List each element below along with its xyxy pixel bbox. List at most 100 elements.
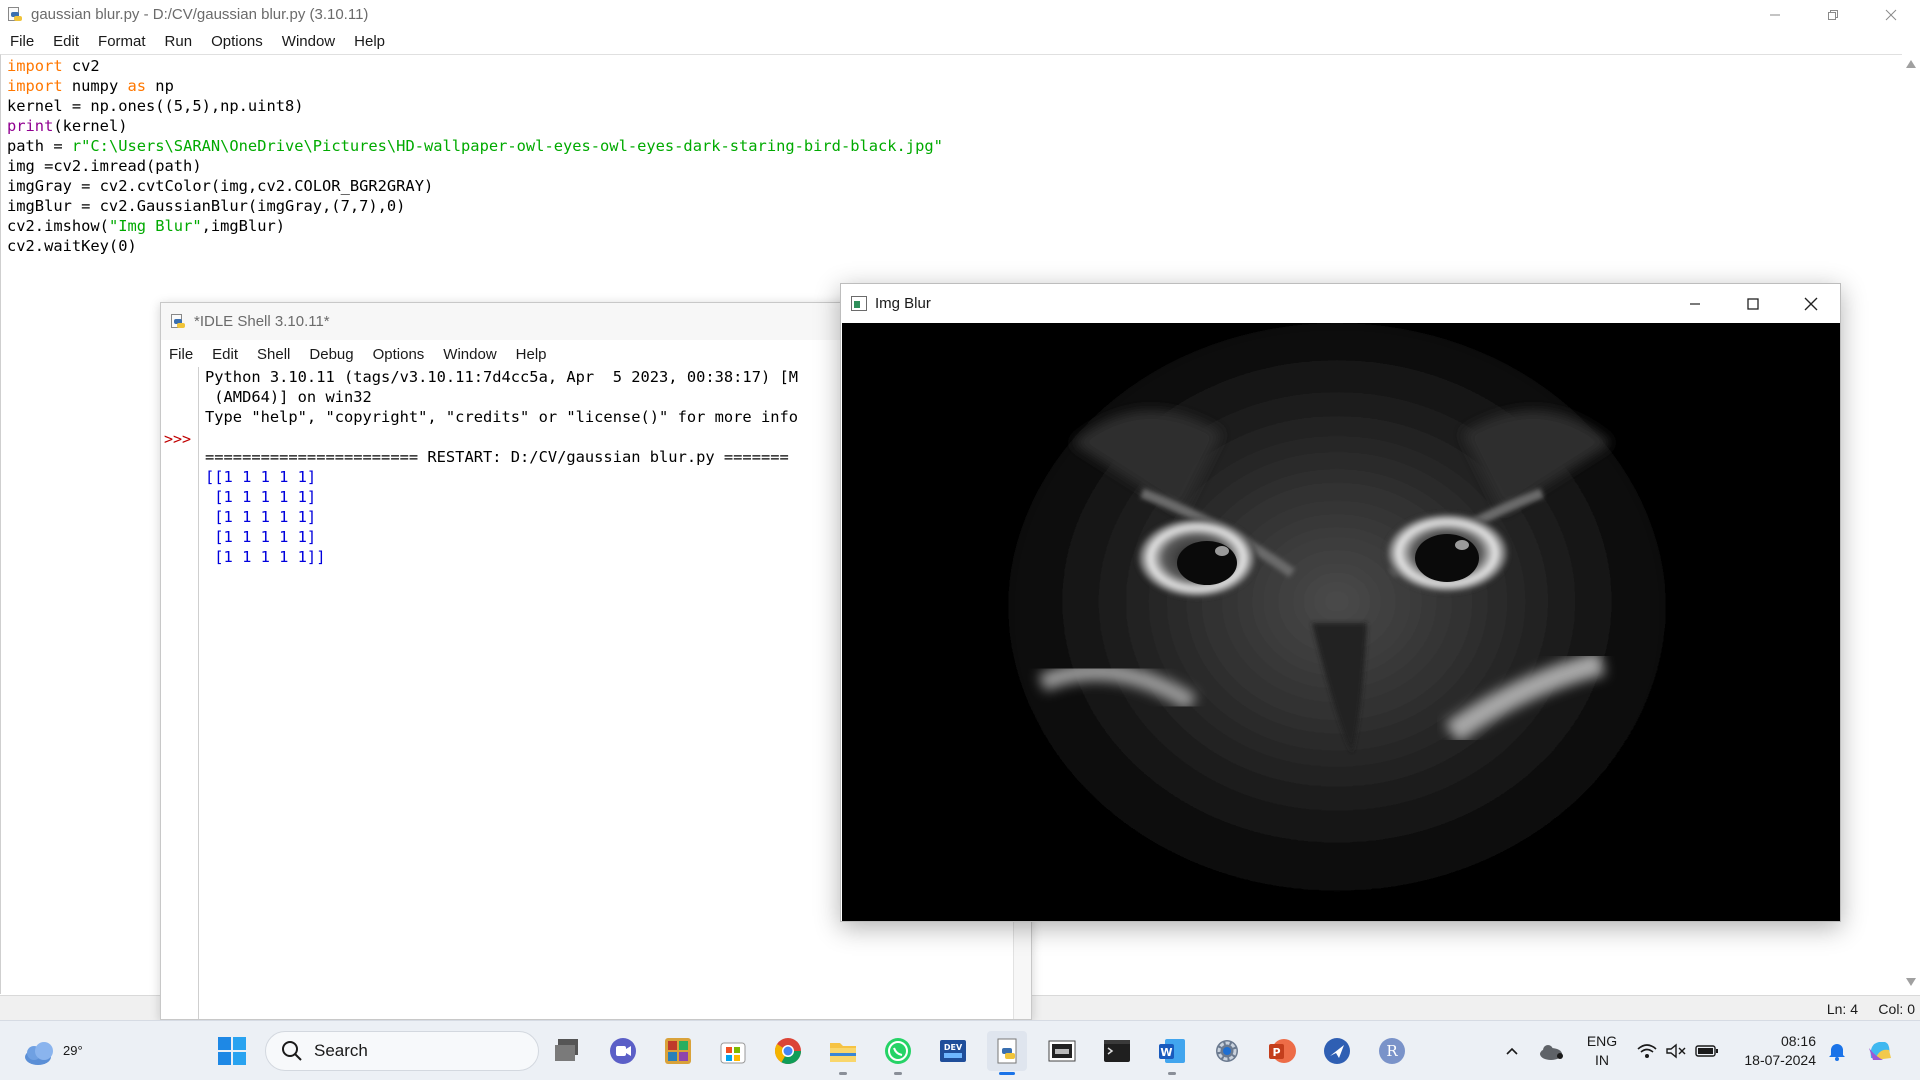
- bell-icon: [1829, 1044, 1845, 1061]
- shell-menu-shell[interactable]: Shell: [257, 346, 290, 363]
- weather-temperature: 29°: [63, 1043, 83, 1058]
- taskbar-settings[interactable]: [1207, 1031, 1247, 1071]
- svg-text:P: P: [1272, 1046, 1280, 1059]
- taskbar-whatsapp[interactable]: [878, 1031, 918, 1075]
- menu-help[interactable]: Help: [354, 33, 385, 50]
- task-view-button[interactable]: [549, 1031, 589, 1071]
- shell-menu-help[interactable]: Help: [516, 346, 547, 363]
- taskbar-terminal[interactable]: [1097, 1031, 1137, 1071]
- editor-vertical-scrollbar[interactable]: [1902, 54, 1920, 994]
- code-token: imgBlur = cv2.GaussianBlur(imgGray,(7,7)…: [7, 197, 406, 215]
- code-token: numpy: [62, 77, 128, 95]
- blurred-owl-image: [842, 323, 1840, 921]
- img-blur-titlebar[interactable]: Img Blur: [841, 284, 1840, 323]
- search-label: Search: [314, 1041, 368, 1060]
- code-token: import: [7, 77, 63, 95]
- taskbar-search[interactable]: Search: [265, 1031, 539, 1071]
- taskbar-store[interactable]: [713, 1031, 753, 1071]
- code-token: (kernel): [53, 117, 128, 135]
- code-token: r"C:\Users\SARAN\OneDrive\Pictures\HD-wa…: [71, 137, 943, 155]
- menu-options[interactable]: Options: [211, 33, 263, 50]
- wifi-icon: [1637, 1044, 1657, 1058]
- tray-copilot[interactable]: [1862, 1031, 1898, 1071]
- taskbar-meet[interactable]: [603, 1031, 643, 1071]
- taskbar-feedback[interactable]: [1317, 1031, 1357, 1071]
- tray-notifications[interactable]: [1822, 1031, 1852, 1071]
- task-view-icon: [555, 1039, 578, 1061]
- code-token: path =: [7, 137, 72, 155]
- search-icon: [282, 1041, 302, 1061]
- img-blur-window: Img Blur: [840, 283, 1841, 922]
- tray-overflow-button[interactable]: [1494, 1031, 1530, 1071]
- menu-file[interactable]: File: [10, 33, 34, 50]
- whatsapp-icon: [885, 1038, 911, 1064]
- taskbar-file-explorer[interactable]: [823, 1031, 863, 1075]
- teams-meet-icon: [610, 1038, 636, 1064]
- editor-titlebar[interactable]: gaussian blur.py - D:/CV/gaussian blur.p…: [0, 0, 1920, 29]
- shell-menu-options[interactable]: Options: [373, 346, 425, 363]
- code-line[interactable]: imgGray = cv2.cvtColor(img,cv2.COLOR_BGR…: [7, 176, 1902, 196]
- shell-menu-edit[interactable]: Edit: [212, 346, 238, 363]
- code-token: np: [146, 77, 174, 95]
- svg-text:DEV: DEV: [944, 1043, 963, 1052]
- menu-format[interactable]: Format: [98, 33, 146, 50]
- code-line[interactable]: cv2.imshow("Img Blur",imgBlur): [7, 216, 1902, 236]
- weather-widget[interactable]: 29°: [22, 1031, 83, 1071]
- tray-battery[interactable]: [1690, 1031, 1724, 1071]
- tray-onedrive[interactable]: [1533, 1031, 1569, 1071]
- code-line[interactable]: cv2.waitKey(0): [7, 236, 1902, 256]
- taskbar-word[interactable]: W: [1152, 1031, 1192, 1075]
- code-line[interactable]: path = r"C:\Users\SARAN\OneDrive\Picture…: [7, 136, 1902, 156]
- taskbar-photos[interactable]: [658, 1031, 698, 1071]
- img-blur-close-button[interactable]: [1782, 284, 1840, 323]
- code-line[interactable]: imgBlur = cv2.GaussianBlur(imgGray,(7,7)…: [7, 196, 1902, 216]
- taskbar-chrome[interactable]: [768, 1031, 808, 1071]
- tray-date[interactable]: 18-07-2024: [1736, 1052, 1816, 1068]
- shell-menu-file[interactable]: File: [169, 346, 193, 363]
- maximize-icon: [1747, 297, 1759, 310]
- scroll-down-icon[interactable]: [1906, 978, 1916, 986]
- code-line[interactable]: import cv2: [7, 56, 1902, 76]
- menu-window[interactable]: Window: [282, 33, 335, 50]
- onedrive-cloud-icon: [1540, 1045, 1563, 1060]
- minimize-icon: [1690, 302, 1700, 305]
- speaker-muted-icon: [1666, 1043, 1686, 1059]
- scroll-up-icon[interactable]: [1906, 60, 1916, 68]
- tray-language[interactable]: ENG: [1582, 1033, 1622, 1049]
- windows-start-icon: [218, 1037, 246, 1065]
- tray-network[interactable]: [1632, 1031, 1662, 1071]
- taskbar-powerpoint[interactable]: P: [1262, 1031, 1302, 1071]
- code-line[interactable]: kernel = np.ones((5,5),np.uint8): [7, 96, 1902, 116]
- start-button[interactable]: [212, 1031, 252, 1071]
- code-token: print: [7, 117, 54, 135]
- tray-region[interactable]: IN: [1582, 1052, 1622, 1068]
- svg-text:R: R: [1386, 1042, 1398, 1060]
- taskbar-r[interactable]: R: [1372, 1031, 1412, 1071]
- taskbar-photo-viewer[interactable]: [1042, 1031, 1082, 1071]
- minimize-icon: [1770, 14, 1780, 15]
- shell-menu-debug[interactable]: Debug: [309, 346, 353, 363]
- code-line[interactable]: print(kernel): [7, 116, 1902, 136]
- taskbar-idle[interactable]: [987, 1031, 1027, 1075]
- svg-text:W: W: [1160, 1046, 1172, 1059]
- editor-restore-button[interactable]: [1804, 0, 1862, 29]
- img-blur-title: Img Blur: [875, 295, 931, 312]
- cloud-weather-icon: [25, 1042, 53, 1065]
- code-line[interactable]: img =cv2.imread(path): [7, 156, 1902, 176]
- powerpoint-icon: P: [1269, 1039, 1296, 1063]
- tray-volume[interactable]: [1661, 1031, 1691, 1071]
- editor-minimize-button[interactable]: [1746, 0, 1804, 29]
- windows-taskbar: 29° Search DEV W P R ENG IN 08:16 18-07-…: [0, 1020, 1920, 1080]
- shell-menu-window[interactable]: Window: [443, 346, 496, 363]
- microsoft-store-icon: [720, 1042, 746, 1064]
- code-line[interactable]: import numpy as np: [7, 76, 1902, 96]
- img-blur-minimize-button[interactable]: [1666, 284, 1724, 323]
- taskbar-devtoys[interactable]: DEV: [933, 1031, 973, 1071]
- editor-close-button[interactable]: [1862, 0, 1920, 29]
- menu-edit[interactable]: Edit: [53, 33, 79, 50]
- tray-time[interactable]: 08:16: [1736, 1033, 1816, 1049]
- img-blur-maximize-button[interactable]: [1724, 284, 1782, 323]
- terminal-icon: [1104, 1040, 1130, 1062]
- code-token: imgGray = cv2.cvtColor(img,cv2.COLOR_BGR…: [7, 177, 434, 195]
- menu-run[interactable]: Run: [165, 33, 193, 50]
